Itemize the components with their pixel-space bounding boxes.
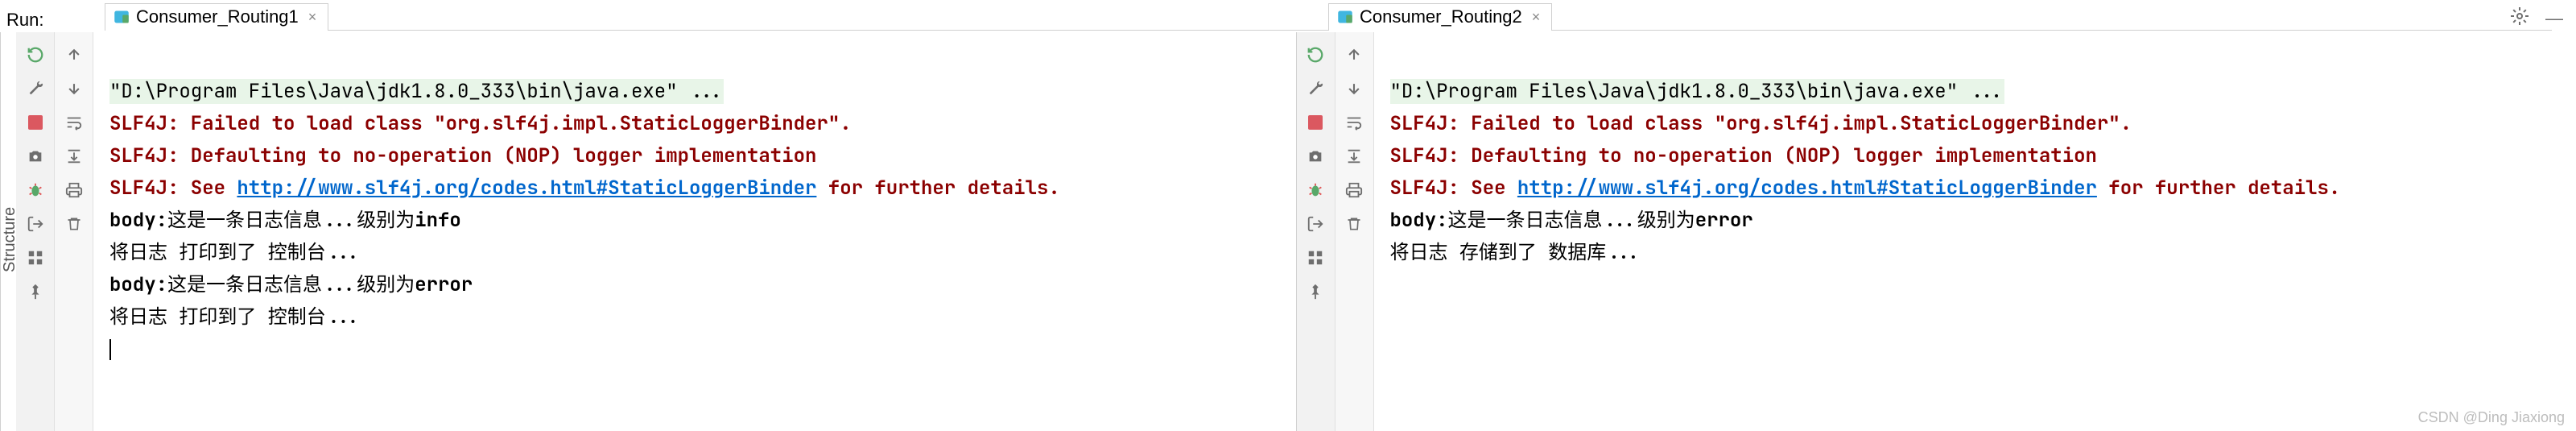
print-icon[interactable]	[63, 179, 85, 201]
up-arrow-icon[interactable]	[63, 44, 85, 66]
trash-icon[interactable]	[63, 213, 85, 235]
scroll-end-icon[interactable]	[63, 145, 85, 168]
tab-label: Consumer_Routing1	[136, 6, 299, 27]
run-main-toolbar	[1297, 32, 1335, 431]
slf4j-link[interactable]: http://www.slf4j.org/codes.html#StaticLo…	[237, 176, 816, 201]
run-sub-toolbar	[1335, 32, 1374, 431]
layout-icon[interactable]	[24, 247, 47, 269]
down-arrow-icon[interactable]	[1343, 77, 1365, 100]
run-pane-right: "D:\Program Files\Java\jdk1.8.0_333\bin\…	[1297, 32, 2576, 431]
tab-label: Consumer_Routing2	[1360, 6, 1522, 27]
rerun-icon[interactable]	[1304, 44, 1327, 66]
bug-icon[interactable]	[24, 179, 47, 201]
run-tabs: Consumer_Routing1 × Consumer_Routing2 ×	[105, 3, 2552, 31]
down-arrow-icon[interactable]	[63, 77, 85, 100]
camera-icon[interactable]	[1304, 145, 1327, 168]
run-sub-toolbar	[55, 32, 93, 431]
layout-icon[interactable]	[1304, 247, 1327, 269]
trash-icon[interactable]	[1343, 213, 1365, 235]
pin-icon[interactable]	[1304, 280, 1327, 303]
close-tab-icon[interactable]: ×	[305, 9, 320, 26]
wrench-icon[interactable]	[24, 77, 47, 100]
java-file-icon	[114, 9, 130, 25]
text-caret	[109, 339, 111, 360]
structure-tool-tab[interactable]: Structure	[0, 32, 16, 431]
close-tab-icon[interactable]: ×	[1529, 9, 1544, 26]
wrench-icon[interactable]	[1304, 77, 1327, 100]
camera-icon[interactable]	[24, 145, 47, 168]
up-arrow-icon[interactable]	[1343, 44, 1365, 66]
scroll-end-icon[interactable]	[1343, 145, 1365, 168]
tab-consumer-routing1[interactable]: Consumer_Routing1 ×	[105, 3, 328, 31]
soft-wrap-icon[interactable]	[1343, 111, 1365, 134]
print-icon[interactable]	[1343, 179, 1365, 201]
run-tool-label: Run:	[6, 10, 43, 31]
slf4j-link[interactable]: http://www.slf4j.org/codes.html#StaticLo…	[1517, 176, 2097, 201]
watermark: CSDN @Ding Jiaxiong	[2418, 409, 2565, 426]
settings-icon[interactable]	[2510, 6, 2529, 31]
tab-consumer-routing2[interactable]: Consumer_Routing2 ×	[1328, 3, 1552, 31]
bug-icon[interactable]	[1304, 179, 1327, 201]
console-output-right[interactable]: "D:\Program Files\Java\jdk1.8.0_333\bin\…	[1374, 32, 2576, 431]
stop-icon[interactable]	[1304, 111, 1327, 134]
pin-icon[interactable]	[24, 280, 47, 303]
exit-icon[interactable]	[24, 213, 47, 235]
soft-wrap-icon[interactable]	[63, 111, 85, 134]
exit-icon[interactable]	[1304, 213, 1327, 235]
rerun-icon[interactable]	[24, 44, 47, 66]
hide-icon[interactable]: —	[2545, 8, 2563, 29]
stop-icon[interactable]	[24, 111, 47, 134]
console-output-left[interactable]: "D:\Program Files\Java\jdk1.8.0_333\bin\…	[93, 32, 1296, 431]
java-file-icon	[1337, 9, 1353, 25]
run-main-toolbar	[16, 32, 55, 431]
run-pane-left: "D:\Program Files\Java\jdk1.8.0_333\bin\…	[16, 32, 1297, 431]
